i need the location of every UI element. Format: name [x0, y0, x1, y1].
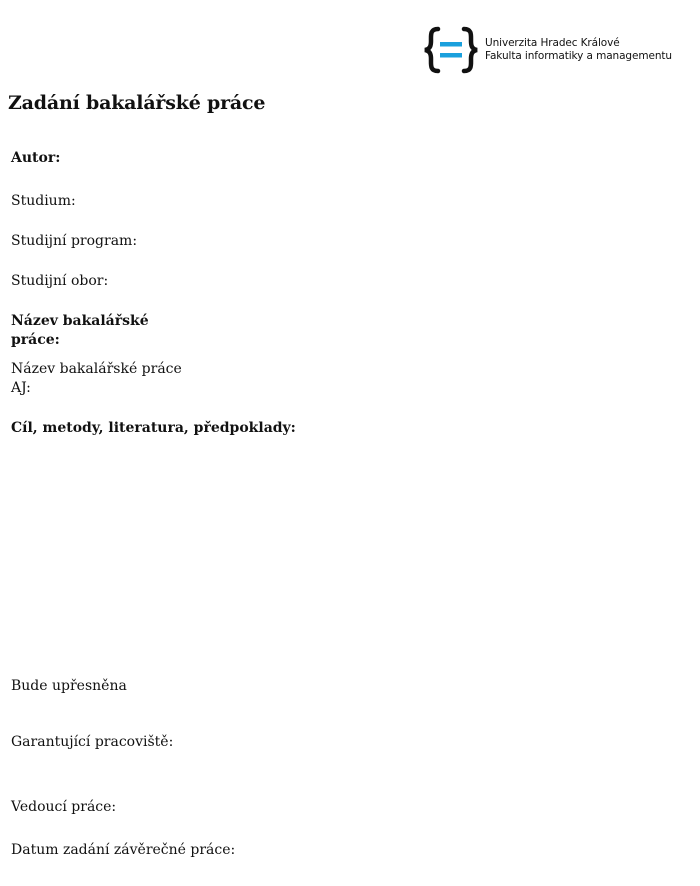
faculty-logo-icon: [424, 26, 478, 74]
study-label: Studium:: [11, 193, 76, 209]
university-name: Univerzita Hradec Králové: [485, 37, 620, 49]
supervisor-label: Vedoucí práce:: [11, 799, 117, 815]
department-label: Garantující pracoviště:: [11, 734, 174, 750]
thesis-title-label: Název bakalářské práce:: [11, 313, 149, 348]
faculty-name: Fakulta informatiky a managementu: [485, 50, 672, 62]
assignment-date-label: Datum zadání závěrečné práce:: [11, 842, 236, 858]
author-label: Autor:: [11, 150, 61, 166]
to-be-specified-text: Bude upřesněna: [11, 678, 127, 694]
page-title: Zadání bakalářské práce: [8, 92, 266, 114]
thesis-title-en-label: Název bakalářské práce AJ:: [11, 361, 182, 396]
university-logo: Univerzita Hradec Králové Fakulta inform…: [424, 26, 690, 74]
field-of-study-label: Studijní obor:: [11, 273, 109, 289]
goals-methods-label: Cíl, metody, literatura, předpoklady:: [11, 420, 296, 436]
study-program-label: Studijní program:: [11, 233, 138, 249]
logo-text: Univerzita Hradec Králové Fakulta inform…: [485, 37, 672, 63]
